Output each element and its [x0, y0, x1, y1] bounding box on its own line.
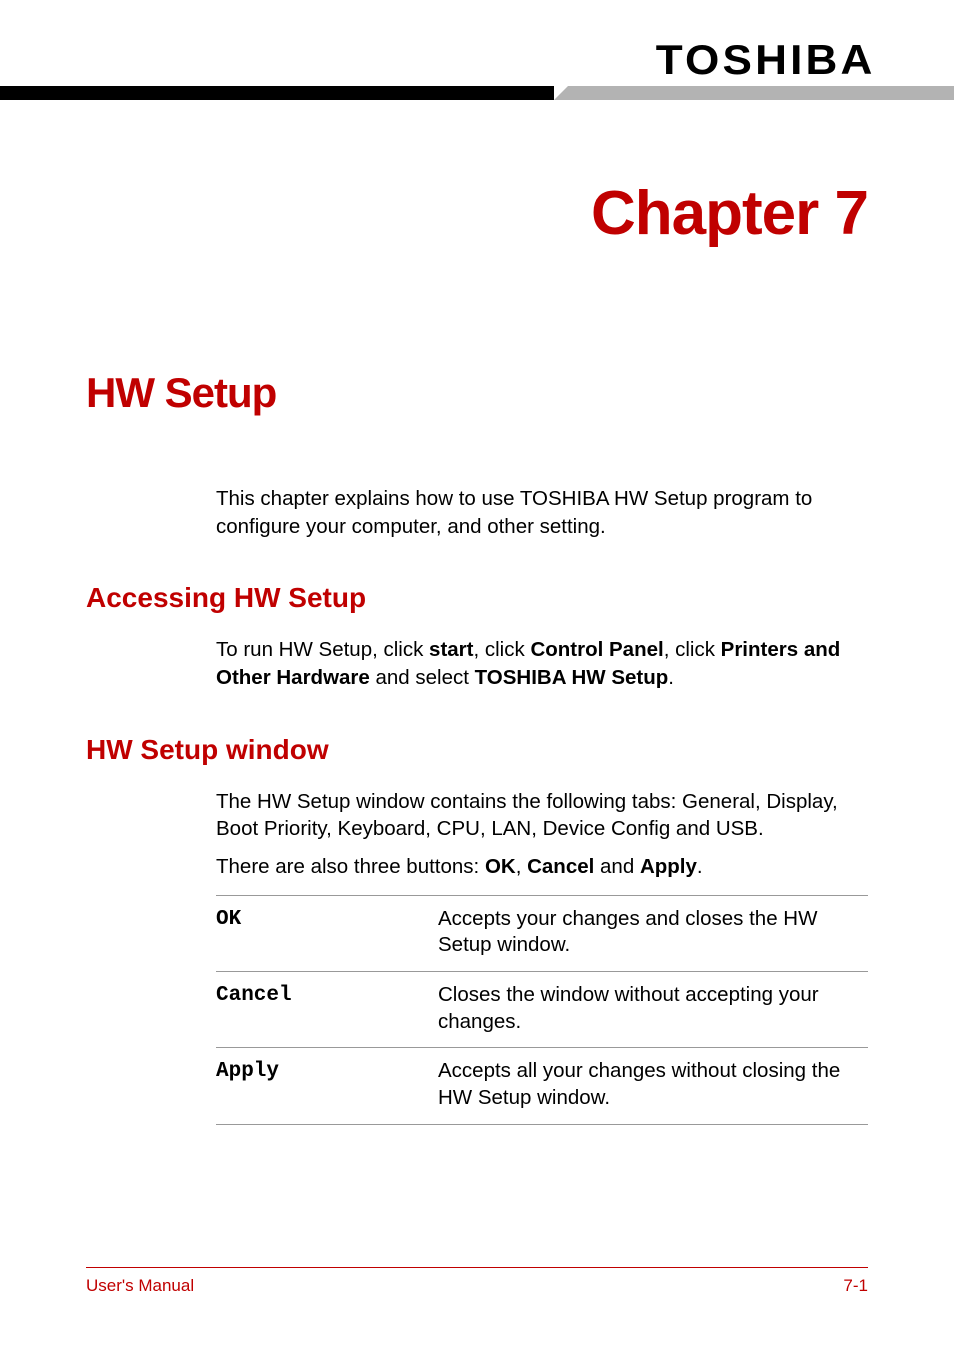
button-label-ok: OK — [216, 895, 438, 971]
bold-start: start — [429, 638, 473, 661]
footer-right: 7-1 — [843, 1276, 868, 1296]
button-desc-cancel: Closes the window without accepting your… — [438, 971, 868, 1047]
table-row: Apply Accepts all your changes without c… — [216, 1048, 868, 1124]
button-desc-ok: Accepts your changes and closes the HW S… — [438, 895, 868, 971]
page-footer: User's Manual 7-1 — [86, 1267, 868, 1296]
bar-segment-curve — [554, 86, 568, 100]
brand-logo: TOSHIBA — [656, 36, 876, 84]
page-header: TOSHIBA — [0, 0, 954, 110]
text-fragment: , — [516, 855, 527, 878]
text-fragment: , click — [664, 638, 721, 661]
text-fragment: , click — [473, 638, 530, 661]
bold-apply: Apply — [640, 855, 697, 878]
bold-ok: OK — [485, 855, 516, 878]
subsection-heading-accessing: Accessing HW Setup — [86, 582, 868, 614]
subsection-heading-window: HW Setup window — [86, 734, 868, 766]
button-definitions-table: OK Accepts your changes and closes the H… — [216, 895, 868, 1125]
button-desc-apply: Accepts all your changes without closing… — [438, 1048, 868, 1124]
button-label-apply: Apply — [216, 1048, 438, 1124]
table-row: Cancel Closes the window without accepti… — [216, 971, 868, 1047]
accessing-paragraph: To run HW Setup, click start, click Cont… — [216, 636, 868, 691]
intro-paragraph: This chapter explains how to use TOSHIBA… — [216, 485, 868, 540]
button-label-cancel: Cancel — [216, 971, 438, 1047]
bar-segment-gray — [568, 86, 954, 100]
table-row: OK Accepts your changes and closes the H… — [216, 895, 868, 971]
bar-segment-black — [0, 86, 554, 100]
header-divider-bar — [0, 86, 954, 100]
chapter-title: Chapter 7 — [0, 178, 868, 249]
window-paragraph-1: The HW Setup window contains the followi… — [216, 788, 868, 843]
text-fragment: To run HW Setup, click — [216, 638, 429, 661]
bold-cancel: Cancel — [527, 855, 594, 878]
text-fragment: . — [668, 666, 674, 689]
text-fragment: and select — [370, 666, 475, 689]
bold-control-panel: Control Panel — [530, 638, 663, 661]
text-fragment: and — [594, 855, 640, 878]
section-title: HW Setup — [86, 369, 868, 417]
bold-hw-setup: TOSHIBA HW Setup — [475, 666, 669, 689]
footer-left: User's Manual — [86, 1276, 194, 1296]
text-fragment: . — [697, 855, 703, 878]
main-content: HW Setup This chapter explains how to us… — [0, 369, 954, 1125]
window-paragraph-2: There are also three buttons: OK, Cancel… — [216, 853, 868, 881]
text-fragment: There are also three buttons: — [216, 855, 485, 878]
